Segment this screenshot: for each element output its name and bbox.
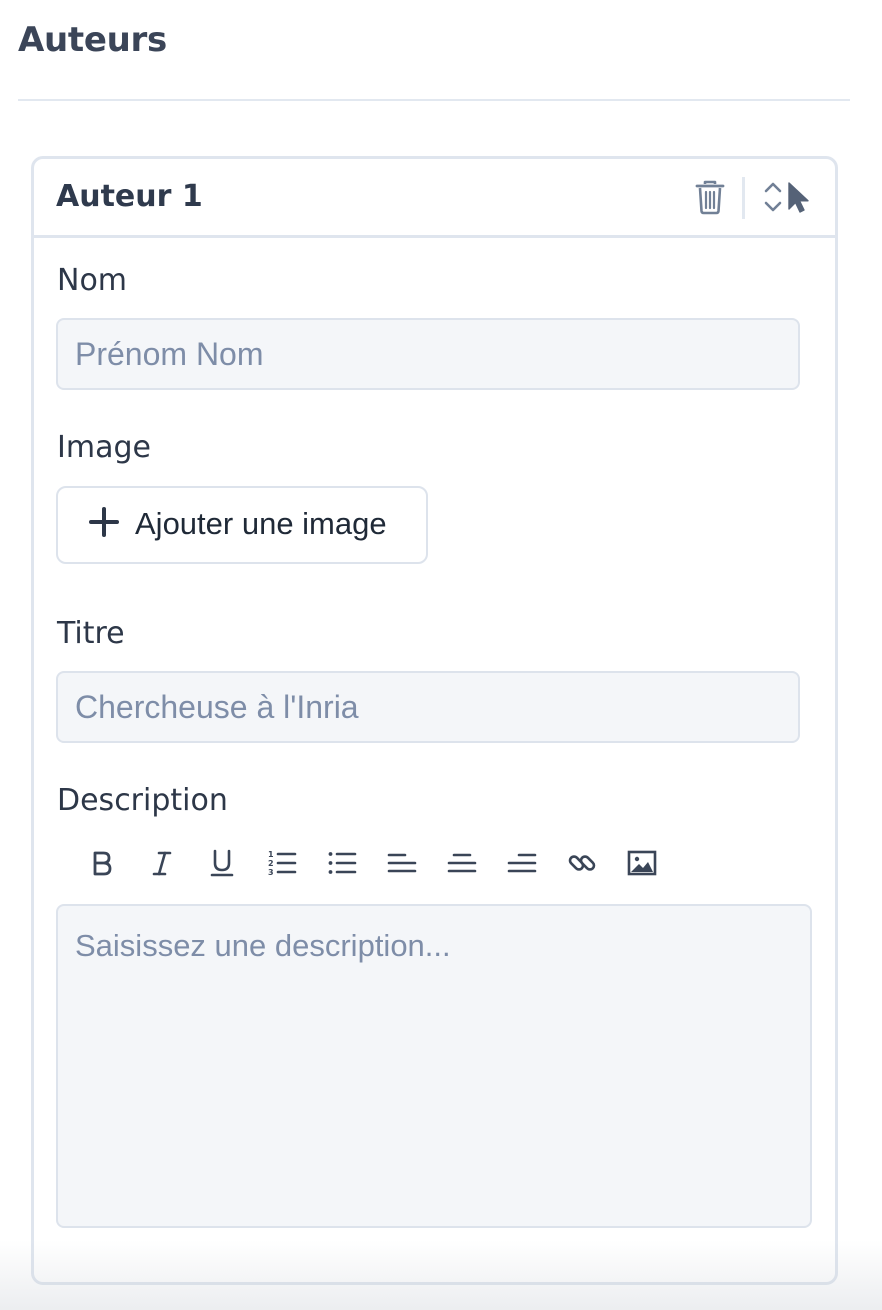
underline-icon [210,849,234,877]
bullet-list-button[interactable] [320,841,364,885]
rich-text-toolbar: 1 2 3 [74,841,694,885]
image-label: Image [57,430,151,465]
add-image-button[interactable]: Ajouter une image [56,486,428,564]
insert-image-button[interactable] [620,841,664,885]
ordered-list-button[interactable]: 1 2 3 [260,841,304,885]
underline-button[interactable] [200,841,244,885]
link-icon [568,855,596,871]
author-card-header: Auteur 1 [34,159,835,238]
svg-text:1: 1 [268,850,274,859]
align-left-button[interactable] [380,841,424,885]
svg-text:2: 2 [268,859,274,868]
author-card-title: Auteur 1 [56,179,203,214]
add-image-button-label: Ajouter une image [135,506,387,541]
author-card: Auteur 1 Nom Image [31,156,838,1285]
plus-icon [89,507,119,537]
bold-button[interactable] [80,841,124,885]
delete-author-button[interactable] [694,179,726,215]
name-input[interactable] [56,318,800,390]
svg-text:3: 3 [268,868,274,877]
reorder-author-button[interactable] [760,179,786,215]
align-right-button[interactable] [500,841,544,885]
section-title: Auteurs [18,20,167,60]
italic-icon [152,851,172,876]
align-center-icon [447,853,477,873]
link-button[interactable] [560,841,604,885]
cursor-arrow-icon [788,182,809,213]
trash-icon [695,180,725,215]
image-icon [627,850,657,876]
title-input[interactable] [56,671,800,743]
name-label: Nom [57,263,128,298]
section-divider [18,99,850,101]
chevron-up-down-icon [764,182,782,212]
title-label: Titre [57,616,125,651]
description-label: Description [57,783,228,818]
align-right-icon [507,853,537,873]
italic-button[interactable] [140,841,184,885]
bold-icon [93,851,112,876]
bullet-list-icon [328,852,357,874]
description-textarea[interactable] [56,904,812,1228]
align-left-icon [387,853,417,873]
align-center-button[interactable] [440,841,484,885]
header-divider [742,177,745,219]
ordered-list-icon: 1 2 3 [268,850,297,877]
